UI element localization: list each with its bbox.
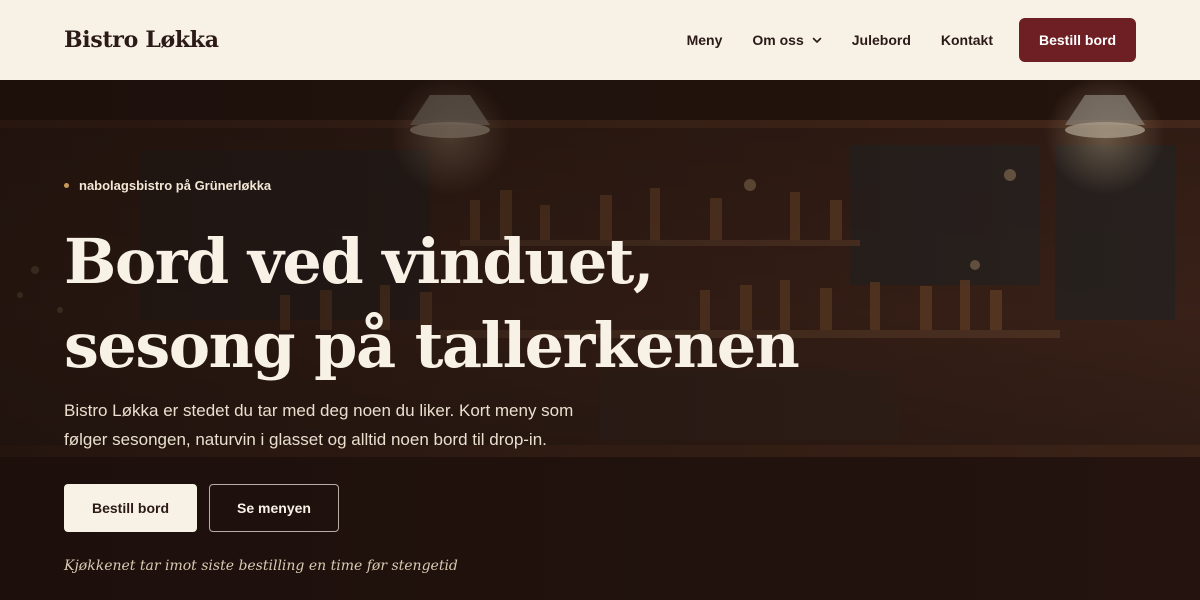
hero-lede: Bistro Løkka er stedet du tar med deg no… xyxy=(64,396,664,454)
chevron-down-icon xyxy=(812,37,822,43)
nav-label: Meny xyxy=(686,32,723,48)
lede-line-2: følger sesongen, naturvin i glasset og a… xyxy=(64,430,547,449)
eyebrow-text: nabolagsbistro på Grünerløkka xyxy=(79,178,272,193)
nav-link-meny[interactable]: Meny xyxy=(687,32,723,48)
nav-link-kontakt[interactable]: Kontakt xyxy=(941,32,993,48)
book-table-button[interactable]: Bestill bord xyxy=(64,484,197,532)
site-header: Bistro Løkka Meny Om oss Julebord Kontak… xyxy=(0,0,1200,80)
kitchen-note: Kjøkkenet tar imot siste bestilling en t… xyxy=(64,558,458,574)
headline-line-1: Bord ved vinduet, xyxy=(64,225,655,298)
brand-logo[interactable]: Bistro Løkka xyxy=(64,27,219,53)
nav-label: Om oss xyxy=(752,32,804,48)
headline-line-2: sesong på tallerkenen xyxy=(64,309,800,382)
main-nav: Meny Om oss Julebord Kontakt xyxy=(687,32,993,48)
hero-headline: Bord ved vinduet, sesong på tallerkenen xyxy=(64,220,964,388)
see-menu-button[interactable]: Se menyen xyxy=(209,484,339,532)
hero-section: nabolagsbistro på Grünerløkka Bord ved v… xyxy=(0,80,1200,600)
book-table-header-button[interactable]: Bestill bord xyxy=(1019,18,1136,62)
nav-label: Julebord xyxy=(851,32,911,48)
hero-eyebrow: nabolagsbistro på Grünerløkka xyxy=(64,178,271,193)
nav-link-julebord[interactable]: Julebord xyxy=(852,32,911,48)
hero-content: nabolagsbistro på Grünerløkka Bord ved v… xyxy=(64,80,964,600)
nav-link-om-oss[interactable]: Om oss xyxy=(752,32,822,48)
nav-label: Kontakt xyxy=(940,32,993,48)
dot-icon xyxy=(64,183,69,188)
lede-line-1: Bistro Løkka er stedet du tar med deg no… xyxy=(64,401,574,420)
